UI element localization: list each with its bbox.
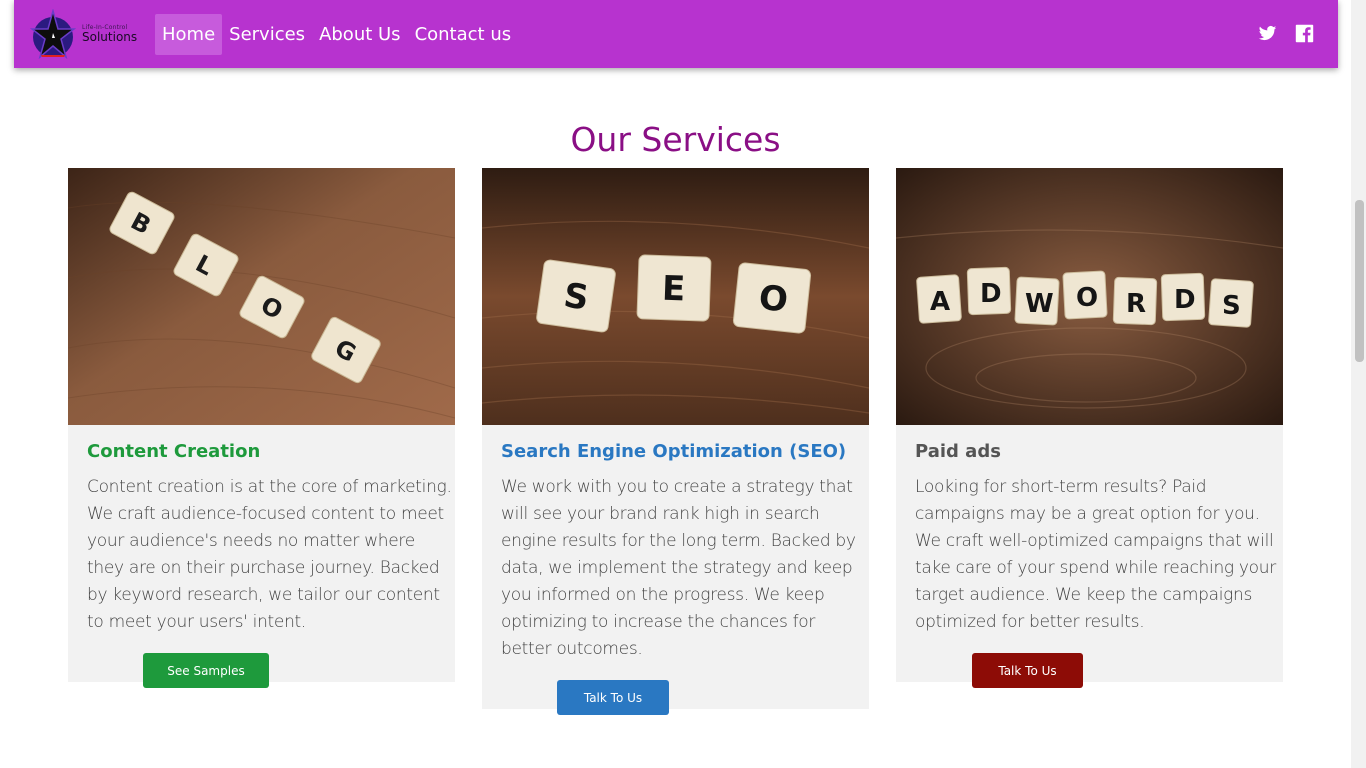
nav-services[interactable]: Services [222, 14, 312, 55]
navbar: Life-In-Control Solutions Home Services … [14, 0, 1338, 68]
brand-logo[interactable]: Life-In-Control Solutions [30, 8, 142, 60]
card-description: We work with you to create a strategy th… [501, 477, 856, 659]
facebook-icon[interactable] [1295, 24, 1314, 43]
brand-name: Solutions [82, 30, 138, 44]
scrollbar-thumb[interactable] [1355, 200, 1364, 362]
nav-home[interactable]: Home [155, 14, 223, 55]
tile-letter: D [980, 279, 1002, 309]
card-title: Content Creation [87, 441, 261, 462]
page-scrollbar[interactable] [1351, 0, 1366, 768]
tile-letter: R [1126, 289, 1146, 319]
card-description: Content creation is at the core of marke… [87, 477, 452, 632]
social-links [1258, 24, 1314, 43]
tile-letter: A [930, 287, 950, 317]
adwords-tiles-image: A D W O R D S [896, 168, 1283, 425]
service-card-paid-ads: A D W O R D S Paid ads Looking for short… [896, 168, 1283, 688]
main-nav: Home Services About Us Contact us [155, 14, 518, 55]
see-samples-button[interactable]: See Samples [143, 653, 269, 688]
talk-to-us-button[interactable]: Talk To Us [972, 653, 1083, 688]
star-logo-icon [30, 9, 76, 59]
service-card-seo: S E O Search Engine Optimization (SEO) W… [482, 168, 869, 715]
card-title: Search Engine Optimization (SEO) [501, 441, 847, 462]
tile-letter: W [1025, 289, 1054, 319]
tile-letter: O [1076, 283, 1098, 313]
tile-letter: O [757, 278, 790, 321]
section-title: Our Services [570, 120, 781, 159]
twitter-icon[interactable] [1258, 24, 1277, 43]
card-description: Looking for short-term results? Paid cam… [915, 477, 1276, 632]
blog-tiles-image: B L O G [68, 168, 455, 425]
tile-letter: D [1174, 285, 1196, 315]
tile-letter: S [1222, 291, 1241, 321]
seo-tiles-image: S E O [482, 168, 869, 425]
service-card-content-creation: B L O G Content Creation Content creatio… [68, 168, 455, 688]
card-title: Paid ads [915, 441, 1001, 462]
nav-about-us[interactable]: About Us [312, 14, 408, 55]
tile-letter: E [661, 269, 686, 310]
nav-contact-us[interactable]: Contact us [408, 14, 519, 55]
talk-to-us-button[interactable]: Talk To Us [557, 680, 669, 715]
